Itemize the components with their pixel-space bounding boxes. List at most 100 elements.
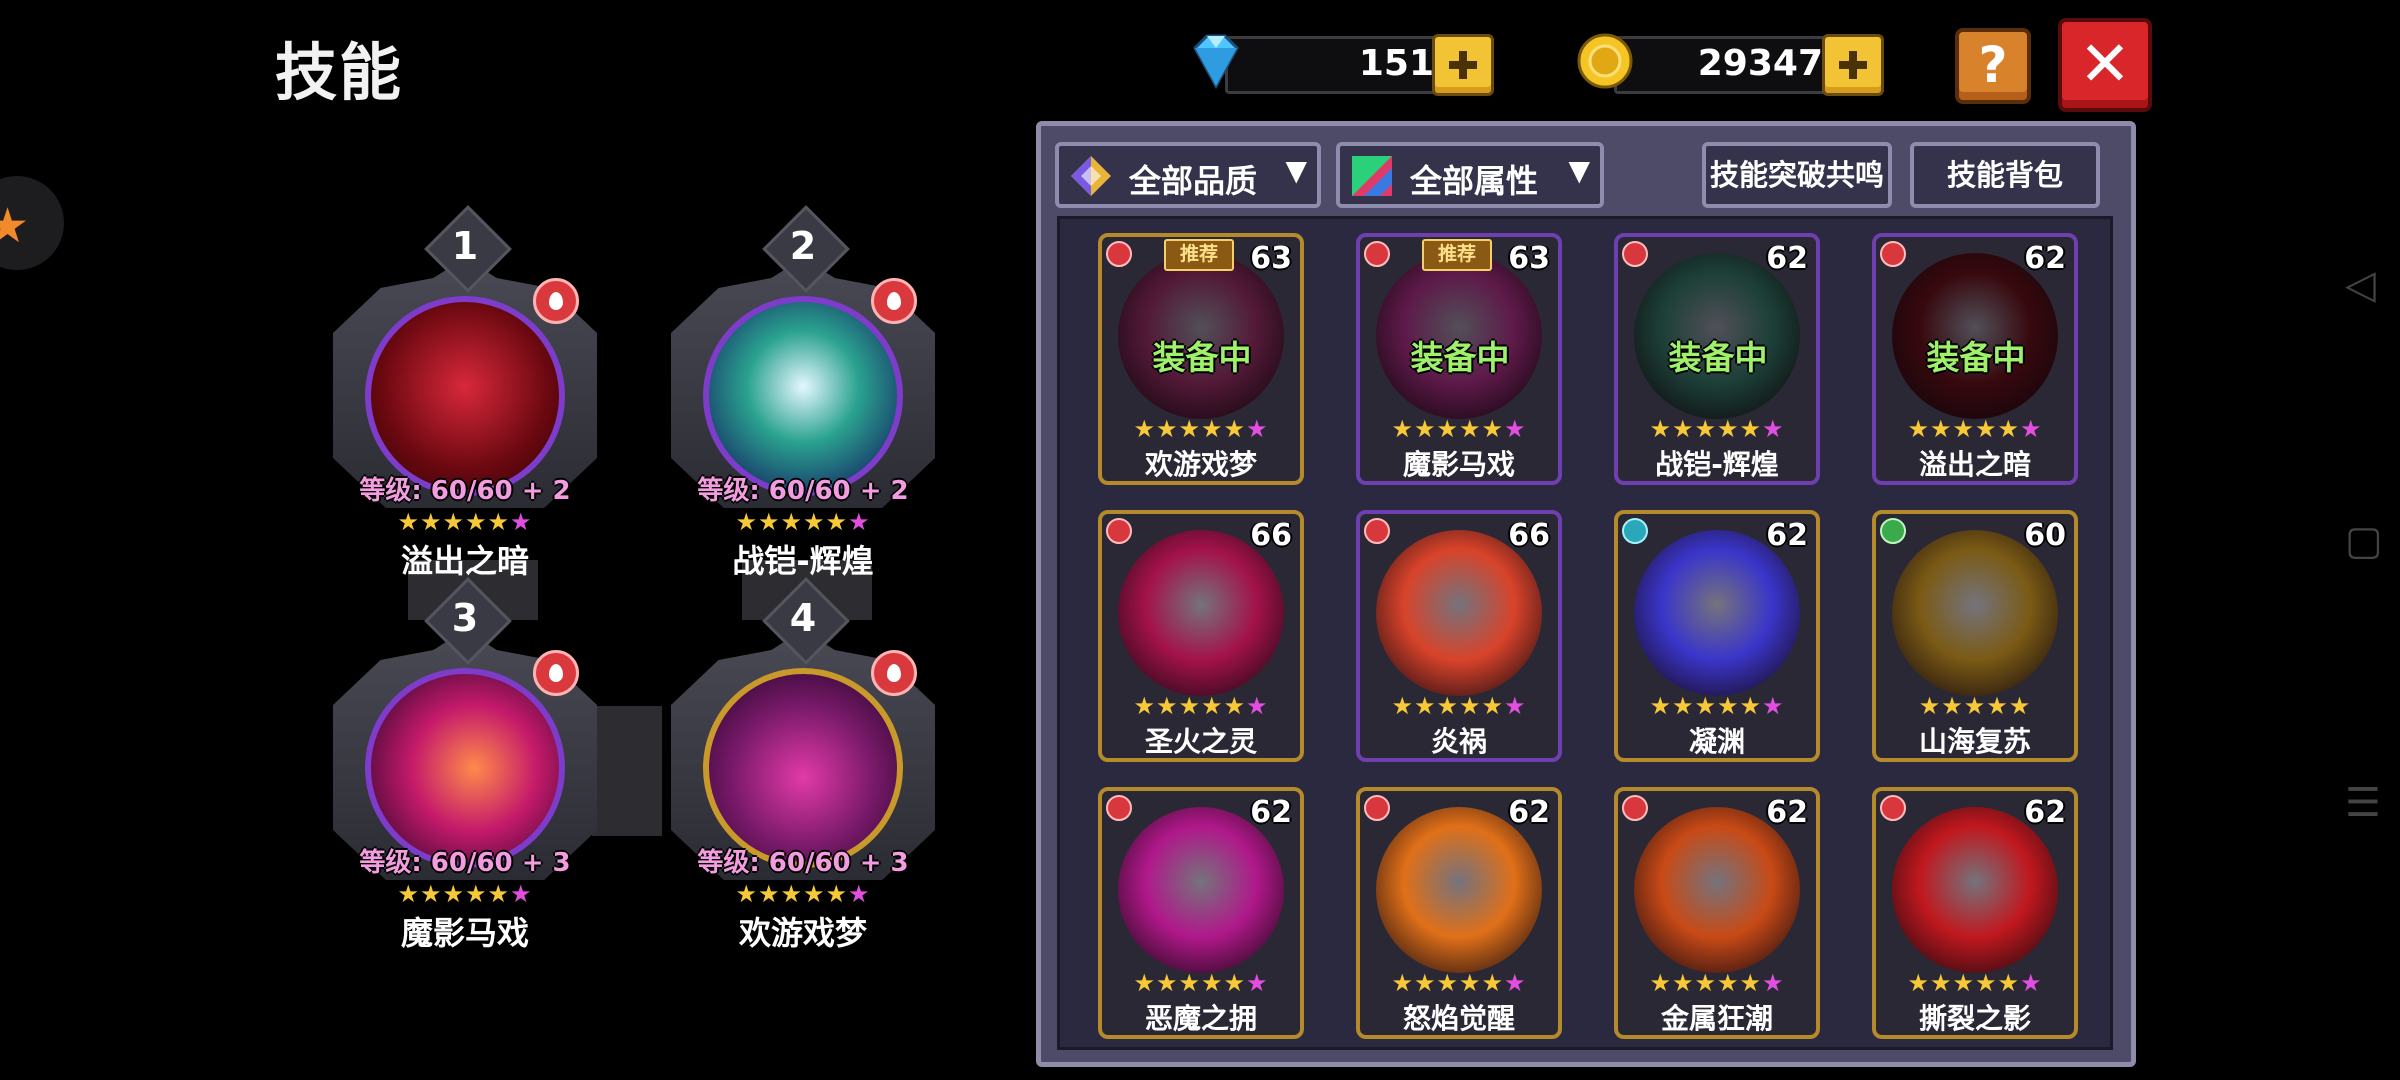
fire-element-icon bbox=[1880, 795, 1906, 821]
side-star-badge[interactable]: ★ bbox=[0, 176, 64, 270]
star-rating: ★★★★★★ bbox=[1907, 415, 2043, 443]
skill-level: 62 bbox=[1766, 518, 1808, 553]
recommend-badge: 推荐 bbox=[1164, 239, 1234, 271]
skill-level: 62 bbox=[1508, 795, 1550, 830]
skill-level: 66 bbox=[1508, 518, 1550, 553]
skill-level: 63 bbox=[1250, 241, 1292, 276]
quality-gem-icon bbox=[1071, 156, 1111, 196]
fire-element-icon bbox=[1364, 795, 1390, 821]
star-rating: ★★★★★★ bbox=[1907, 969, 2043, 997]
fire-element-icon bbox=[1364, 518, 1390, 544]
equipped-slot-2[interactable]: 2 等级: 60/60 + 2 ★★★★★★ 战铠-辉煌 bbox=[653, 205, 953, 580]
diamond-amount: 151 bbox=[1358, 43, 1434, 84]
add-gold-button[interactable] bbox=[1822, 34, 1884, 96]
skill-level: 等级: 60/60 + 2 bbox=[697, 476, 909, 506]
slot-number: 1 bbox=[451, 224, 479, 268]
nav-menu-icon[interactable]: ☰ bbox=[2345, 780, 2381, 826]
skill-name: 金属狂潮 bbox=[1660, 1002, 1773, 1035]
star-rating: ★★★★★★ bbox=[397, 880, 533, 908]
skill-card[interactable]: 推荐 63 装备中 ★★★★★★ 欢游戏梦 bbox=[1098, 233, 1304, 485]
skill-orb bbox=[1892, 530, 2058, 696]
skill-card[interactable]: 62 装备中 ★★★★★★ 战铠-辉煌 bbox=[1614, 233, 1820, 485]
slot-number: 2 bbox=[789, 224, 817, 268]
fire-element-icon bbox=[871, 650, 917, 696]
star-rating: ★★★★★★ bbox=[1649, 969, 1785, 997]
fire-element-icon bbox=[1622, 795, 1648, 821]
fire-element-icon bbox=[533, 650, 579, 696]
skill-card[interactable]: 66 ★★★★★★ 炎祸 bbox=[1356, 510, 1562, 762]
star-icon: ★ bbox=[0, 198, 30, 254]
add-diamond-button[interactable] bbox=[1432, 34, 1494, 96]
chevron-down-icon: ▼ bbox=[1285, 154, 1307, 187]
skill-bag-button[interactable]: 技能背包 bbox=[1910, 142, 2100, 208]
fire-element-icon bbox=[1364, 241, 1390, 267]
diamond-bar: 151 bbox=[1225, 36, 1451, 94]
nav-home-icon[interactable]: ▢ bbox=[2345, 518, 2383, 564]
skill-orb bbox=[365, 668, 565, 868]
equipped-slot-4[interactable]: 4 等级: 60/60 + 3 ★★★★★★ 欢游戏梦 bbox=[653, 577, 953, 952]
skill-level: 62 bbox=[2024, 241, 2066, 276]
attribute-filter-label: 全部属性 bbox=[1410, 162, 1539, 200]
wind-element-icon bbox=[1880, 518, 1906, 544]
quality-filter-dropdown[interactable]: 全部品质 ▼ bbox=[1055, 142, 1321, 208]
skill-orb bbox=[1376, 530, 1542, 696]
skill-level: 等级: 60/60 + 3 bbox=[359, 848, 571, 878]
nav-back-icon[interactable]: ◁ bbox=[2345, 262, 2376, 308]
skill-orb bbox=[703, 668, 903, 868]
skill-orb bbox=[703, 296, 903, 496]
skill-card[interactable]: 60 ★★★★★ 山海复苏 bbox=[1872, 510, 2078, 762]
star-rating: ★★★★★★ bbox=[1391, 969, 1527, 997]
skill-level: 63 bbox=[1508, 241, 1550, 276]
skill-level: 60 bbox=[2024, 518, 2066, 553]
skill-card[interactable]: 62 ★★★★★★ 怒焰觉醒 bbox=[1356, 787, 1562, 1039]
equipped-status: 装备中 bbox=[1152, 338, 1252, 377]
equipped-slot-1[interactable]: 1 等级: 60/60 + 2 ★★★★★★ 溢出之暗 bbox=[315, 205, 615, 580]
star-rating: ★★★★★★ bbox=[397, 508, 533, 536]
skill-orb bbox=[1634, 807, 1800, 973]
skill-name: 魔影马戏 bbox=[1402, 448, 1515, 481]
fire-element-icon bbox=[1106, 241, 1132, 267]
skill-card[interactable]: 62 ★★★★★★ 凝渊 bbox=[1614, 510, 1820, 762]
fire-element-icon bbox=[1880, 241, 1906, 267]
star-rating: ★★★★★★ bbox=[1133, 969, 1269, 997]
star-rating: ★★★★★★ bbox=[735, 508, 871, 536]
skill-name: 欢游戏梦 bbox=[1144, 448, 1257, 481]
recommend-badge: 推荐 bbox=[1422, 239, 1492, 271]
skill-level: 66 bbox=[1250, 518, 1292, 553]
close-button[interactable]: ✕ bbox=[2058, 18, 2152, 112]
attribute-filter-dropdown[interactable]: 全部属性 ▼ bbox=[1336, 142, 1604, 208]
equipped-slot-3[interactable]: 3 等级: 60/60 + 3 ★★★★★★ 魔影马戏 bbox=[315, 577, 615, 952]
slot-number: 3 bbox=[451, 596, 479, 640]
skill-name: 撕裂之影 bbox=[1918, 1002, 2031, 1035]
skill-name: 欢游戏梦 bbox=[738, 914, 867, 952]
fire-element-icon bbox=[1622, 241, 1648, 267]
skill-level: 62 bbox=[1250, 795, 1292, 830]
gold-bar: 29347 bbox=[1614, 36, 1840, 94]
skill-name: 战铠-辉煌 bbox=[1655, 448, 1779, 481]
help-button[interactable]: ? bbox=[1955, 28, 2031, 104]
fire-element-icon bbox=[871, 278, 917, 324]
skill-card[interactable]: 推荐 63 装备中 ★★★★★★ 魔影马戏 bbox=[1356, 233, 1562, 485]
skill-name: 恶魔之拥 bbox=[1144, 1002, 1257, 1035]
skill-name: 怒焰觉醒 bbox=[1402, 1002, 1515, 1035]
skill-card[interactable]: 62 装备中 ★★★★★★ 溢出之暗 bbox=[1872, 233, 2078, 485]
star-rating: ★★★★★★ bbox=[1649, 692, 1785, 720]
skill-resonance-button[interactable]: 技能突破共鸣 bbox=[1702, 142, 1892, 208]
skill-level: 等级: 60/60 + 2 bbox=[359, 476, 571, 506]
skill-card[interactable]: 62 ★★★★★★ 撕裂之影 bbox=[1872, 787, 2078, 1039]
star-rating: ★★★★★★ bbox=[1391, 692, 1527, 720]
skill-level: 62 bbox=[2024, 795, 2066, 830]
skill-orb bbox=[365, 296, 565, 496]
skill-name: 魔影马戏 bbox=[400, 914, 529, 952]
skill-level: 62 bbox=[1766, 795, 1808, 830]
skill-orb bbox=[1376, 807, 1542, 973]
skill-orb bbox=[1118, 807, 1284, 973]
skill-orb bbox=[1634, 530, 1800, 696]
skill-card[interactable]: 62 ★★★★★★ 恶魔之拥 bbox=[1098, 787, 1304, 1039]
skill-card[interactable]: 66 ★★★★★★ 圣火之灵 bbox=[1098, 510, 1304, 762]
equipped-status: 装备中 bbox=[1926, 338, 2026, 377]
skill-card[interactable]: 62 ★★★★★★ 金属狂潮 bbox=[1614, 787, 1820, 1039]
attribute-color-icon bbox=[1352, 156, 1392, 196]
star-rating: ★★★★★★ bbox=[1133, 415, 1269, 443]
skill-name: 溢出之暗 bbox=[1918, 448, 2031, 481]
